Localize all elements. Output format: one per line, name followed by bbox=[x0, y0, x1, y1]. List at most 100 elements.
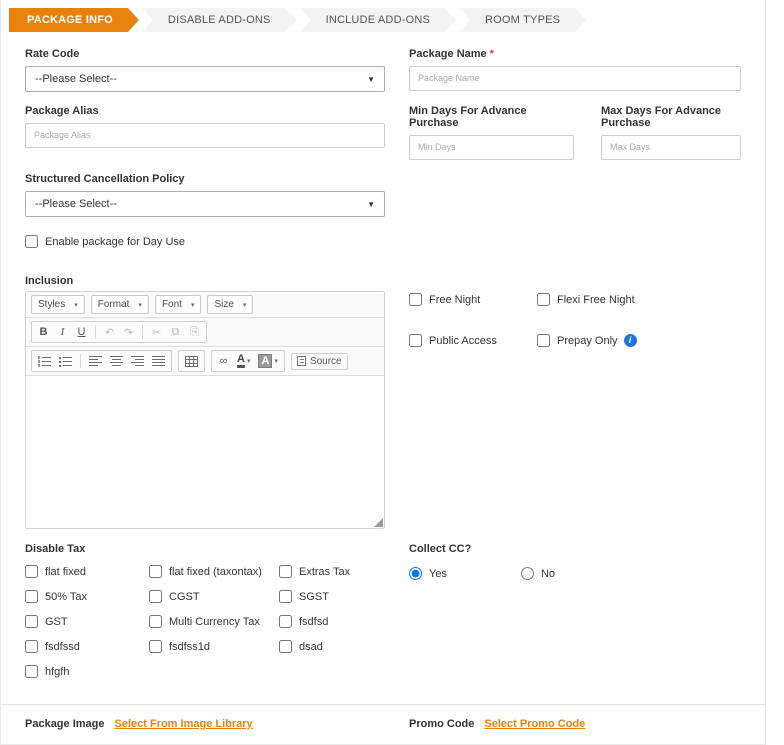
align-right-button[interactable] bbox=[128, 352, 147, 370]
tax-checkbox[interactable] bbox=[25, 640, 38, 653]
tax-checkbox[interactable] bbox=[279, 615, 292, 628]
tax-label: 50% Tax bbox=[45, 591, 87, 603]
copy-icon[interactable]: ⧉ bbox=[167, 323, 184, 341]
tax-checkbox-item[interactable]: 50% Tax bbox=[25, 590, 149, 603]
tax-checkbox-item[interactable]: flat fixed (taxontax) bbox=[149, 565, 279, 578]
format-combo[interactable]: Format ▾ bbox=[91, 295, 149, 314]
cancellation-policy-selected-value: --Please Select-- bbox=[35, 198, 117, 210]
redo-button[interactable]: ↷ bbox=[120, 323, 137, 341]
free-night-checkbox-item[interactable]: Free Night bbox=[409, 293, 537, 306]
numbered-list-button[interactable] bbox=[35, 352, 54, 370]
collect-cc-yes-radio[interactable] bbox=[409, 567, 422, 580]
tax-checkbox[interactable] bbox=[25, 565, 38, 578]
select-promo-code-link[interactable]: Select Promo Code bbox=[484, 718, 585, 730]
source-button[interactable]: Source bbox=[291, 353, 348, 370]
chevron-down-icon: ▾ bbox=[274, 357, 278, 365]
tax-checkbox-item[interactable]: fsdfss1d bbox=[149, 640, 279, 653]
size-combo[interactable]: Size ▾ bbox=[207, 295, 253, 314]
italic-button[interactable]: I bbox=[54, 323, 71, 341]
tax-checkbox-item[interactable]: CGST bbox=[149, 590, 279, 603]
insert-table-button[interactable] bbox=[182, 352, 201, 370]
day-use-checkbox-item[interactable]: Enable package for Day Use bbox=[25, 235, 185, 248]
align-left-button[interactable] bbox=[86, 352, 105, 370]
tax-checkbox[interactable] bbox=[25, 665, 38, 678]
free-night-checkbox[interactable] bbox=[409, 293, 422, 306]
collect-cc-no-radio[interactable] bbox=[521, 567, 534, 580]
tax-checkbox[interactable] bbox=[149, 565, 162, 578]
text-color-button[interactable]: A▾ bbox=[234, 352, 253, 370]
tax-options-grid: flat fixed flat fixed (taxontax) Extras … bbox=[25, 565, 385, 678]
tax-label: SGST bbox=[299, 591, 329, 603]
tax-checkbox-item[interactable]: hfgfh bbox=[25, 665, 149, 678]
bullet-list-button[interactable] bbox=[56, 352, 75, 370]
collect-cc-no-item[interactable]: No bbox=[521, 567, 555, 580]
align-right-icon bbox=[131, 356, 144, 367]
package-image-label: Package Image bbox=[25, 718, 105, 730]
footer-links-row: Package Image Select From Image Library … bbox=[1, 704, 765, 744]
bold-button[interactable]: B bbox=[35, 323, 52, 341]
underline-button[interactable]: U bbox=[73, 323, 90, 341]
tax-checkbox-item[interactable]: Multi Currency Tax bbox=[149, 615, 279, 628]
prepay-only-checkbox-item[interactable]: Prepay Only i bbox=[537, 334, 741, 347]
tax-checkbox[interactable] bbox=[279, 590, 292, 603]
public-access-checkbox-item[interactable]: Public Access bbox=[409, 334, 537, 347]
collect-cc-yes-item[interactable]: Yes bbox=[409, 567, 447, 580]
resize-grip-handle[interactable] bbox=[374, 518, 383, 527]
align-left-icon bbox=[89, 356, 102, 367]
paragraph-group bbox=[31, 350, 172, 372]
inclusion-label: Inclusion bbox=[25, 275, 385, 287]
tax-checkbox[interactable] bbox=[279, 640, 292, 653]
flexi-free-night-checkbox[interactable] bbox=[537, 293, 550, 306]
info-icon[interactable]: i bbox=[624, 334, 637, 347]
editor-content-area[interactable] bbox=[26, 376, 384, 528]
max-days-input[interactable] bbox=[601, 135, 741, 160]
prepay-only-checkbox[interactable] bbox=[537, 334, 550, 347]
package-alias-field: Package Alias bbox=[25, 105, 385, 160]
font-combo[interactable]: Font ▾ bbox=[155, 295, 202, 314]
editor-toolbar-row-1: Styles ▾ Format ▾ Font ▾ Size bbox=[26, 292, 384, 318]
tax-checkbox-item[interactable]: dsad bbox=[279, 640, 385, 653]
cut-icon[interactable]: ✂ bbox=[148, 323, 165, 341]
tax-checkbox-item[interactable]: GST bbox=[25, 615, 149, 628]
tax-checkbox[interactable] bbox=[25, 615, 38, 628]
background-color-button[interactable]: A▾ bbox=[255, 352, 280, 370]
align-justify-button[interactable] bbox=[149, 352, 168, 370]
package-name-label-text: Package Name bbox=[409, 48, 487, 60]
public-access-checkbox[interactable] bbox=[409, 334, 422, 347]
tax-checkbox[interactable] bbox=[149, 640, 162, 653]
tab-include-add-ons[interactable]: INCLUDE ADD-ONS bbox=[300, 8, 456, 32]
styles-combo[interactable]: Styles ▾ bbox=[31, 295, 85, 314]
tab-room-types[interactable]: ROOM TYPES bbox=[459, 8, 586, 32]
tax-checkbox[interactable] bbox=[279, 565, 292, 578]
tax-checkbox-item[interactable]: fsdfssd bbox=[25, 640, 149, 653]
tax-checkbox-item[interactable]: SGST bbox=[279, 590, 385, 603]
tab-package-info[interactable]: PACKAGE INFO bbox=[9, 8, 139, 32]
tax-checkbox-item[interactable]: fsdfsd bbox=[279, 615, 385, 628]
tab-disable-add-ons[interactable]: DISABLE ADD-ONS bbox=[142, 8, 297, 32]
tax-checkbox-item[interactable]: Extras Tax bbox=[279, 565, 385, 578]
tax-checkbox[interactable] bbox=[25, 590, 38, 603]
package-alias-input[interactable] bbox=[25, 123, 385, 148]
inclusion-rich-text-editor: Styles ▾ Format ▾ Font ▾ Size bbox=[25, 291, 385, 529]
select-image-library-link[interactable]: Select From Image Library bbox=[115, 718, 253, 730]
package-name-input[interactable] bbox=[409, 66, 741, 91]
numbered-list-icon bbox=[38, 356, 51, 367]
insert-color-group: ∞ A▾ A▾ bbox=[211, 350, 285, 372]
flexi-free-night-checkbox-item[interactable]: Flexi Free Night bbox=[537, 293, 741, 306]
tax-checkbox-item[interactable]: flat fixed bbox=[25, 565, 149, 578]
rate-code-selected-value: --Please Select-- bbox=[35, 73, 117, 85]
tax-checkbox[interactable] bbox=[149, 615, 162, 628]
rate-code-select[interactable]: --Please Select-- ▼ bbox=[25, 66, 385, 92]
max-days-field: Max Days For Advance Purchase bbox=[601, 105, 741, 160]
align-center-button[interactable] bbox=[107, 352, 126, 370]
min-days-input[interactable] bbox=[409, 135, 574, 160]
tax-checkbox[interactable] bbox=[149, 590, 162, 603]
public-access-label: Public Access bbox=[429, 335, 497, 347]
package-name-label: Package Name* bbox=[409, 48, 741, 60]
chevron-down-icon: ▼ bbox=[367, 200, 375, 209]
cancellation-policy-select[interactable]: --Please Select-- ▼ bbox=[25, 191, 385, 217]
link-button[interactable]: ∞ bbox=[215, 352, 232, 370]
paste-icon[interactable]: ⎘ bbox=[186, 323, 203, 341]
day-use-checkbox[interactable] bbox=[25, 235, 38, 248]
undo-button[interactable]: ↶ bbox=[101, 323, 118, 341]
